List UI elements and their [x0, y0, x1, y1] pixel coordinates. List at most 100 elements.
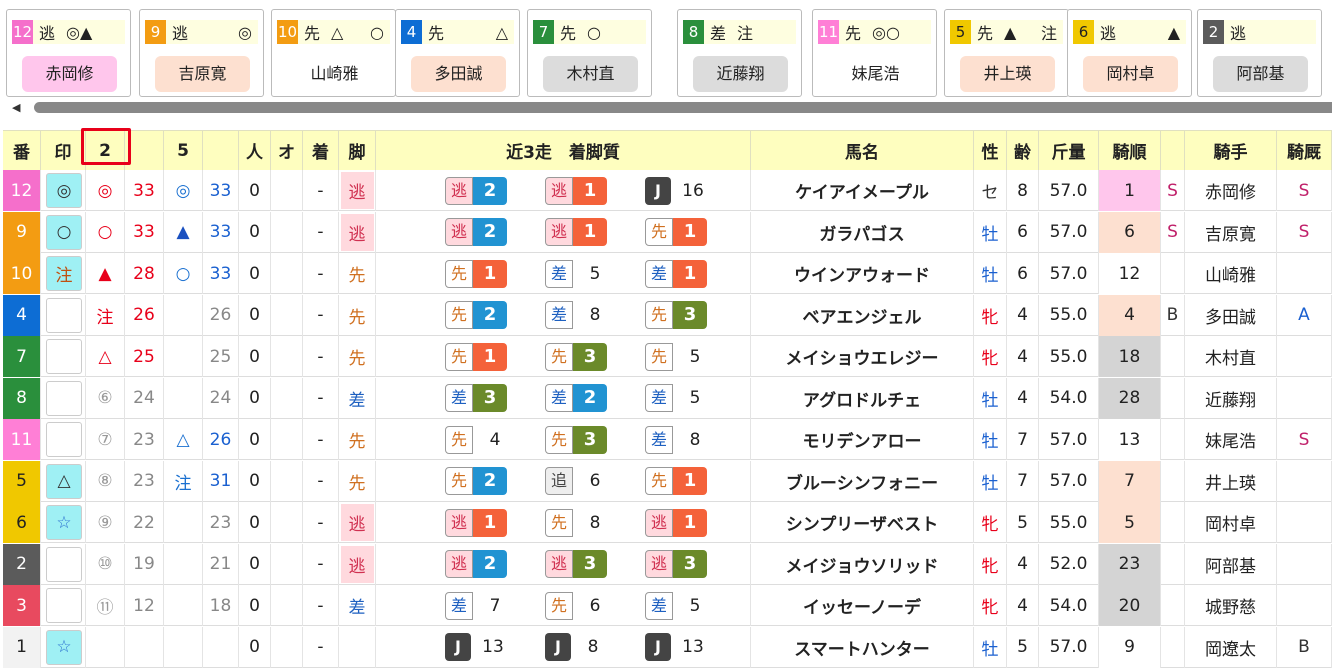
jockey-text[interactable]: 岡村卓 — [1205, 510, 1256, 535]
jockey-text[interactable]: 多田誠 — [1205, 303, 1256, 328]
recent-run-badge[interactable]: 先1 — [645, 218, 745, 246]
recent-run-badge[interactable]: J 16 — [645, 176, 745, 205]
recent-run-badge[interactable]: J 13 — [645, 633, 745, 661]
horse-card-jockey[interactable]: 阿部基 — [1213, 56, 1308, 92]
header-col-horse-name[interactable]: 馬名 — [751, 130, 974, 170]
recent-run-badge[interactable]: 差5 — [545, 259, 645, 288]
recent-run-badge[interactable]: 逃2 — [445, 218, 545, 246]
header-col-mark[interactable]: 印 — [41, 130, 86, 170]
horse-name-text[interactable]: ガラパゴス — [819, 220, 904, 245]
table-row[interactable]: 12 ◎ ◎ 33 ◎ 33 0- 逃逃 2 逃 1 J 16 ケイアイメープルセ 8 57.0 1 S 赤岡修 S — [3, 170, 1332, 211]
header-col-weight[interactable]: 斤量 — [1039, 130, 1099, 170]
header-col-num[interactable]: 番 — [3, 130, 41, 170]
horse-name-text[interactable]: ベアエンジェル — [803, 303, 922, 328]
horse-name-text[interactable]: モリデンアロー — [803, 427, 922, 452]
recent-run-badge[interactable]: J 13 — [445, 633, 545, 661]
horse-card-jockey[interactable]: 吉原寛 — [155, 56, 250, 92]
scroll-left-arrow-icon[interactable]: ◀ — [12, 101, 20, 114]
recent-run-badge[interactable]: 先2 — [445, 301, 545, 329]
horse-card-jockey[interactable]: 多田誠 — [411, 56, 506, 92]
horse-card[interactable]: 10 先 △ ○ 山崎雅 — [271, 9, 396, 97]
recent-run-badge[interactable]: 逃1 — [545, 176, 645, 205]
jockey-text[interactable]: 妹尾浩 — [1205, 427, 1256, 452]
horse-card[interactable]: 4 先 △ 多田誠 — [395, 9, 520, 97]
horse-card-jockey[interactable]: 赤岡修 — [22, 56, 117, 92]
horse-card[interactable]: 8 差注近藤翔 — [677, 9, 802, 97]
recent-run-badge[interactable]: 差5 — [645, 384, 745, 412]
header-col-age[interactable]: 齢 — [1007, 130, 1039, 170]
recent-run-badge[interactable]: 逃1 — [645, 508, 745, 537]
horizontal-scrollbar[interactable]: ◀ — [6, 100, 1332, 114]
recent-run-badge[interactable]: 逃1 — [545, 218, 645, 246]
mark-selector[interactable] — [46, 422, 82, 457]
jockey-text[interactable]: 吉原寛 — [1205, 220, 1256, 245]
recent-run-badge[interactable]: 逃3 — [645, 550, 745, 578]
horse-name-text[interactable]: アグロドルチェ — [803, 386, 921, 411]
jockey-text[interactable]: 岡遼太 — [1205, 635, 1256, 660]
mark-selector[interactable]: ◎ — [46, 173, 82, 208]
mark-selector[interactable] — [46, 588, 82, 623]
recent-run-badge[interactable]: 追6 — [545, 467, 645, 495]
recent-run-badge[interactable]: 差8 — [645, 425, 745, 454]
jockey-text[interactable]: 井上瑛 — [1205, 469, 1256, 494]
recent-run-badge[interactable]: 先1 — [445, 342, 545, 371]
recent-run-badge[interactable]: 差2 — [545, 384, 645, 412]
horse-name-text[interactable]: ウインアウォード — [794, 261, 930, 286]
recent-run-badge[interactable]: 差5 — [645, 591, 745, 620]
header-col-sex[interactable]: 性 — [974, 130, 1007, 170]
recent-run-badge[interactable]: 先1 — [645, 467, 745, 495]
table-row[interactable]: 5 △ ⑧ 23 注 31 0- 先先 2 追 6 先 1 ブルーシンフォニー牡 7 57.0 7 井上瑛 — [3, 460, 1332, 502]
jockey-text[interactable]: 山崎雅 — [1205, 261, 1256, 286]
header-col-jockey-rank[interactable]: 騎順 — [1099, 130, 1161, 170]
horse-card[interactable]: 2 逃阿部基 — [1197, 9, 1322, 97]
header-col-popularity[interactable]: 人 — [239, 130, 271, 170]
recent-run-badge[interactable]: J8 — [545, 633, 645, 661]
recent-run-badge[interactable]: 先8 — [545, 508, 645, 537]
jockey-text[interactable]: 赤岡修 — [1205, 178, 1256, 203]
horse-card-jockey[interactable]: 妹尾浩 — [828, 56, 923, 92]
table-row[interactable]: 10 注 ▲ 28 ○ 33 0- 先先 1 差 5 差 1 ウインアウォード牡 6 57.0 12 山崎雅 — [3, 253, 1332, 294]
recent-run-badge[interactable]: 先3 — [545, 425, 645, 454]
mark-selector[interactable]: △ — [46, 463, 82, 499]
jockey-text[interactable]: 阿部基 — [1205, 552, 1256, 577]
recent-run-badge[interactable]: 先4 — [445, 425, 545, 454]
scroll-thumb[interactable] — [34, 102, 1332, 113]
horse-card-jockey[interactable]: 井上瑛 — [960, 56, 1055, 92]
table-row[interactable]: 8 ⑥ 24 24 0- 差差 3 差 2 差 5 アグロドルチェ牡 4 54.0 28 近藤翔 — [3, 377, 1332, 419]
table-row[interactable]: 3 ⑪ 12 18 0- 差差 7 先 6 差 5 イッセーノーデ牝 4 54.0 20 城野慈 — [3, 585, 1332, 626]
recent-run-badge[interactable]: 逃2 — [445, 550, 545, 578]
horse-name-text[interactable]: イッセーノーデ — [803, 593, 921, 618]
header-col-leg[interactable]: 脚 — [339, 130, 376, 170]
recent-run-badge[interactable]: 先6 — [545, 591, 645, 620]
recent-run-badge[interactable]: 差3 — [445, 384, 545, 412]
header-col-finish[interactable]: 着 — [303, 130, 339, 170]
horse-card[interactable]: 6 逃 ▲ 岡村卓 — [1067, 9, 1192, 97]
mark-selector[interactable] — [46, 339, 82, 374]
jockey-text[interactable]: 近藤翔 — [1205, 386, 1256, 411]
mark-selector[interactable] — [46, 546, 82, 582]
header-col-predictor-5[interactable]: 5 — [164, 130, 203, 170]
mark-selector[interactable] — [46, 380, 82, 416]
recent-run-badge[interactable]: 先2 — [445, 467, 545, 495]
horse-name-text[interactable]: シンプリーザベスト — [786, 510, 939, 535]
table-row[interactable]: 7 △ 25 25 0- 先先 1 先 3 先 5 メイショウエレジー牝 4 55.0 18 木村直 — [3, 336, 1332, 377]
recent-run-badge[interactable]: 差8 — [545, 301, 645, 329]
horse-card[interactable]: 9 逃 ◎ 吉原寛 — [139, 9, 264, 97]
table-row[interactable]: 2 ⑩ 19 21 0- 逃逃 2 逃 3 逃 3 メイジョウソリッド牝 4 52.0 23 阿部基 — [3, 543, 1332, 585]
header-col-trainer-jockey[interactable]: 騎厩 — [1277, 130, 1332, 170]
table-row[interactable]: 6 ☆ ⑨ 22 23 0- 逃逃 1 先 8 逃 1 シンプリーザベスト牝 5 55.0 5 岡村卓 — [3, 502, 1332, 543]
horse-card[interactable]: 12 逃 ◎▲ 赤岡修 — [6, 9, 131, 97]
header-col-recent3[interactable]: 近3走 着脚質 — [376, 130, 751, 170]
mark-selector[interactable]: 注 — [46, 256, 82, 291]
table-row[interactable]: 1 ☆ 0- J 13 J 8 J 13 スマートハンター牡 5 57.0 9 岡遼太 B — [3, 626, 1332, 668]
horse-card-jockey[interactable]: 岡村卓 — [1083, 56, 1178, 92]
horse-card[interactable]: 5 先 ▲ 注井上瑛 — [944, 9, 1069, 97]
table-row[interactable]: 9 ○ ○ 33 ▲ 33 0- 逃逃 2 逃 1 先 1 ガラパゴス牡 6 57.0 6 S 吉原寛 S — [3, 211, 1332, 253]
header-col-predictor-5-score[interactable] — [203, 130, 239, 170]
header-col-badge[interactable] — [1161, 130, 1185, 170]
horse-name-text[interactable]: ブルーシンフォニー — [786, 469, 938, 494]
header-col-odds[interactable]: オ — [271, 130, 303, 170]
mark-selector[interactable] — [46, 297, 82, 333]
header-col-jockey[interactable]: 騎手 — [1185, 130, 1277, 170]
horse-name-text[interactable]: スマートハンター — [794, 635, 930, 660]
